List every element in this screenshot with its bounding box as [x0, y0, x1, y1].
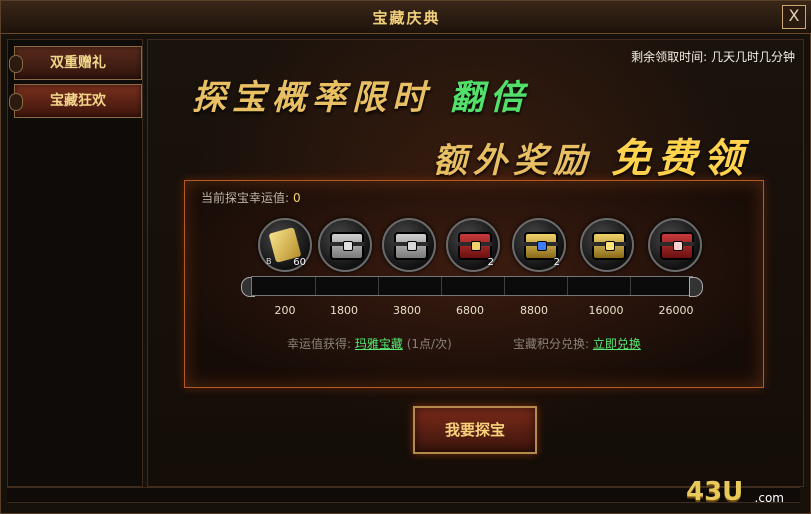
- logo-suffix: .com: [754, 491, 784, 505]
- reward-item-1[interactable]: B 60: [258, 218, 312, 272]
- current-luck: 当前探宝幸运值: 0: [201, 189, 301, 206]
- progress-right-cap: [689, 277, 703, 297]
- progress-divider: [315, 277, 316, 295]
- close-button[interactable]: X: [782, 5, 806, 29]
- headline-probability-double: 探宝概率限时 翻倍: [192, 70, 530, 119]
- maya-treasure-link[interactable]: 玛雅宝藏: [355, 337, 403, 351]
- red-chest-icon: [458, 232, 492, 260]
- blue-chest-icon: [524, 232, 558, 260]
- treasure-hunt-button[interactable]: 我要探宝: [413, 406, 537, 454]
- window-title: 宝藏庆典: [372, 9, 441, 27]
- threshold-label: 200: [274, 304, 296, 317]
- luck-gain-rate: (1点/次): [406, 337, 452, 351]
- title-bar: 宝藏庆典 X: [1, 1, 811, 34]
- progress-divider: [567, 277, 568, 295]
- progress-divider: [378, 277, 379, 295]
- headline-extra-reward: 额外奖励 免费领: [433, 126, 749, 184]
- luck-panel: 当前探宝幸运值: 0 B 60 2 2 200 1800 3800 6800 8…: [184, 180, 764, 388]
- reward-items-row: B 60 2 2: [258, 218, 728, 272]
- reward-item-3[interactable]: [382, 218, 436, 272]
- threshold-label: 26000: [658, 304, 694, 317]
- reward-item-7[interactable]: [648, 218, 702, 272]
- current-luck-value: 0: [293, 191, 301, 205]
- red-chest-icon: [660, 232, 694, 260]
- progress-divider: [630, 277, 631, 295]
- main-content: 剩余领取时间: 几天几时几分钟 探宝概率限时 翻倍 额外奖励 免费领 当前探宝幸…: [147, 39, 804, 487]
- sidebar: 双重赠礼 宝藏狂欢: [7, 39, 143, 487]
- sidebar-item-knob: [9, 93, 23, 111]
- sidebar-item-label: 双重赠礼: [50, 55, 106, 71]
- reward-item-count: 60: [293, 257, 306, 268]
- headline-line1-highlight: 翻倍: [449, 78, 530, 118]
- luck-progress-bar: [251, 276, 693, 296]
- reward-item-count: 2: [487, 257, 494, 268]
- points-exchange-label: 宝藏积分兑换:: [513, 337, 590, 351]
- sidebar-item-double-gift[interactable]: 双重赠礼: [9, 46, 142, 80]
- sidebar-item-treasure-carnival[interactable]: 宝藏狂欢: [9, 84, 142, 118]
- silver-chest-icon: [394, 232, 428, 260]
- points-exchange-info: 宝藏积分兑换: 立即兑换: [513, 335, 641, 352]
- current-luck-label: 当前探宝幸运值:: [201, 191, 290, 205]
- reward-item-6[interactable]: [580, 218, 634, 272]
- threshold-label: 3800: [393, 304, 421, 317]
- threshold-label: 16000: [588, 304, 624, 317]
- headline-line1-prefix: 探宝概率限时: [192, 78, 432, 118]
- sidebar-item-knob: [9, 55, 23, 73]
- remaining-time: 剩余领取时间: 几天几时几分钟: [631, 48, 795, 65]
- threshold-label: 6800: [456, 304, 484, 317]
- progress-divider: [441, 277, 442, 295]
- luck-gain-label: 幸运值获得:: [287, 337, 352, 351]
- reward-item-tag: B: [266, 257, 272, 266]
- luck-gain-info: 幸运值获得: 玛雅宝藏 (1点/次): [287, 335, 452, 352]
- exchange-now-link[interactable]: 立即兑换: [593, 337, 641, 351]
- logo-main-text: 43U: [686, 477, 744, 507]
- headline-line2-highlight: 免费领: [610, 135, 749, 182]
- reward-item-2[interactable]: [318, 218, 372, 272]
- headline-line2-prefix: 额外奖励: [433, 141, 593, 181]
- info-row: 幸运值获得: 玛雅宝藏 (1点/次) 宝藏积分兑换: 立即兑换: [185, 335, 763, 351]
- threshold-label: 8800: [520, 304, 548, 317]
- reward-item-4[interactable]: 2: [446, 218, 500, 272]
- silver-chest-icon: [330, 232, 364, 260]
- site-logo: 43U .com: [680, 477, 790, 507]
- sidebar-item-label: 宝藏狂欢: [50, 93, 106, 109]
- remaining-time-label: 剩余领取时间:: [631, 50, 708, 64]
- gold-chest-icon: [592, 232, 626, 260]
- app-window: 宝藏庆典 X 双重赠礼 宝藏狂欢 剩余领取时间: 几天几时几分钟 探宝概率限时 …: [0, 0, 811, 514]
- remaining-time-value: 几天几时几分钟: [710, 50, 795, 64]
- threshold-label: 1800: [330, 304, 358, 317]
- progress-divider: [504, 277, 505, 295]
- reward-item-5[interactable]: 2: [512, 218, 566, 272]
- reward-item-count: 2: [553, 257, 560, 268]
